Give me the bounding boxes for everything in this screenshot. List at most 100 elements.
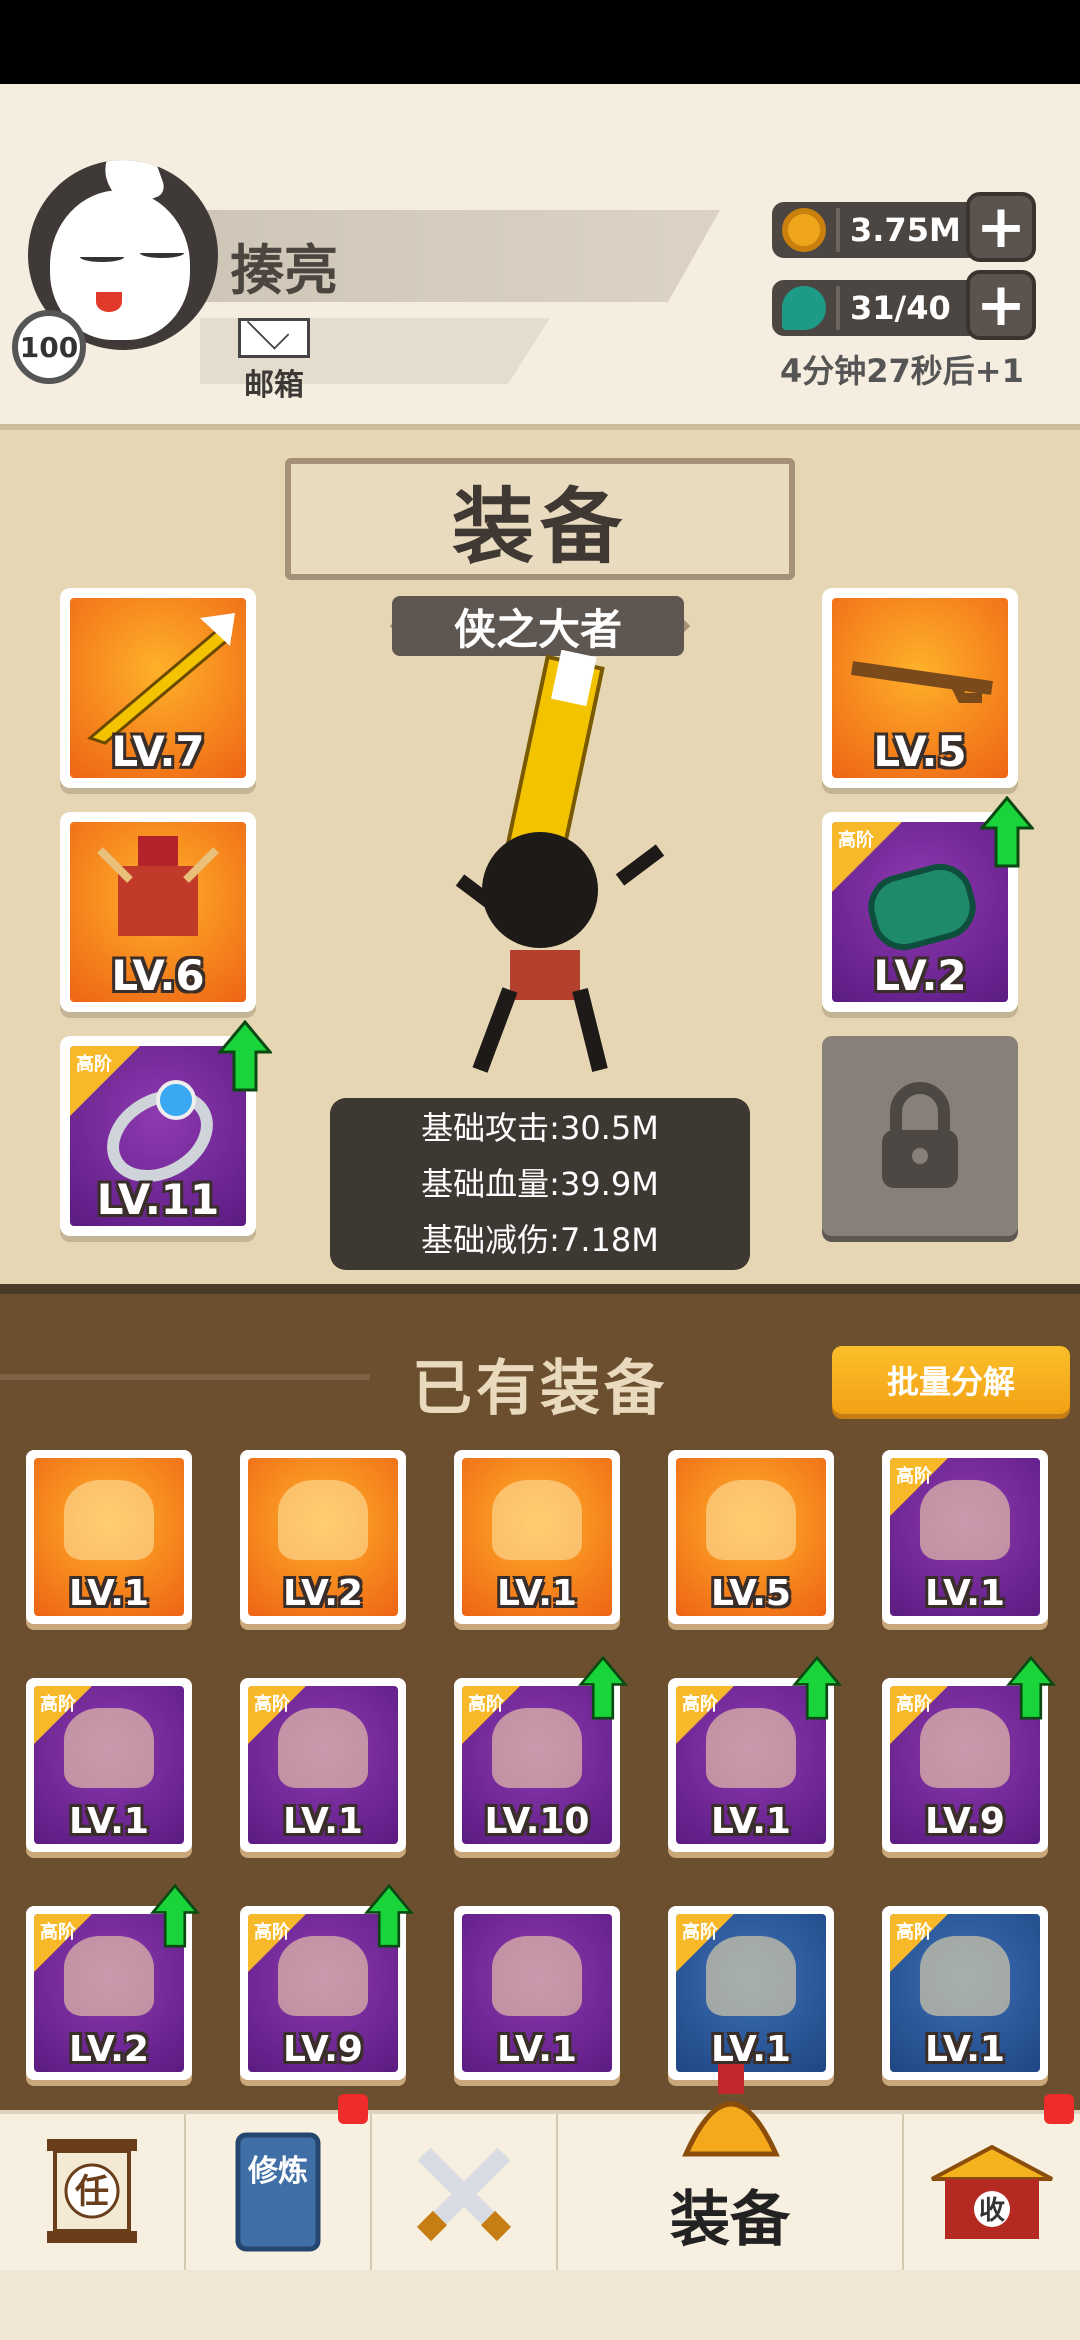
slot-level: LV.2 (873, 951, 967, 1000)
nav-cultivate[interactable]: 修炼 (186, 2094, 372, 2274)
owned-item-art: LV.1 (34, 1458, 184, 1616)
owned-item[interactable]: LV.1 (454, 1906, 620, 2080)
item-level: LV.9 (283, 2029, 363, 2070)
slot-level: LV.7 (111, 727, 205, 776)
energy-divider (836, 286, 840, 330)
upgrade-arrow-icon (1005, 1655, 1057, 1720)
item-level: LV.1 (925, 1573, 1005, 1614)
tier-label: 高阶 (682, 1694, 718, 1715)
gold-display: 3.75M (772, 202, 986, 258)
item-level: LV.1 (497, 2029, 577, 2070)
nav-shop-label: 收 (979, 2196, 1005, 2226)
item-level: LV.2 (69, 2029, 149, 2070)
upgrade-arrow-icon (149, 1883, 201, 1948)
item-level: LV.1 (69, 1573, 149, 1614)
plus-icon: + (975, 192, 1027, 262)
equipment-item-icon (492, 1480, 582, 1560)
owned-item-art: LV.1 (462, 1914, 612, 2072)
owned-item[interactable]: 高阶 LV.1 (882, 1450, 1048, 1624)
tier-label: 高阶 (682, 1922, 718, 1943)
equipment-item-icon (64, 1480, 154, 1560)
owned-item[interactable]: LV.5 (668, 1450, 834, 1624)
item-level: LV.1 (497, 1573, 577, 1614)
level-badge: 100 (12, 310, 86, 384)
energy-gem-icon (782, 286, 826, 330)
upgrade-arrow-icon (978, 795, 1036, 868)
energy-value: 31/40 (850, 289, 951, 327)
slot-level: LV.6 (111, 951, 205, 1000)
owned-item[interactable]: LV.2 (240, 1450, 406, 1624)
slot-level: LV.5 (873, 727, 967, 776)
scroll-icon: 任 (47, 2139, 137, 2243)
item-level: LV.1 (283, 1801, 363, 1842)
slot-level: LV.11 (96, 1175, 220, 1224)
owned-item-art: LV.1 (462, 1458, 612, 1616)
plus-icon: + (975, 270, 1027, 340)
character-illustration (455, 650, 665, 1073)
shop-building-icon: 收 (931, 2144, 1053, 2239)
equipment-title: 装备 (451, 479, 628, 575)
book-icon: 修炼 (235, 2132, 321, 2252)
status-bar (0, 0, 1080, 84)
character-title-ribbon: 侠之大者 (392, 596, 684, 656)
equipment-item-icon (706, 1480, 796, 1560)
bottom-nav: 任 修炼 装备 收 (0, 2064, 1080, 2274)
equip-slot-accessory-art: LV.5 (832, 598, 1008, 778)
upgrade-arrow-icon (791, 1655, 843, 1720)
tier-label: 高阶 (40, 1694, 76, 1715)
add-energy-button[interactable]: + (966, 270, 1036, 340)
item-level: LV.5 (711, 1573, 791, 1614)
upgrade-arrow-icon (363, 1883, 415, 1948)
nav-tasks[interactable]: 任 (0, 2114, 186, 2274)
helmet-icon (682, 2064, 780, 2157)
tier-label: 高阶 (40, 1922, 76, 1943)
tier-label: 高阶 (896, 1694, 932, 1715)
equip-slot-weapon[interactable]: LV.7 (60, 588, 256, 788)
equipment-item-icon (492, 1936, 582, 2016)
owned-item[interactable]: 高阶 LV.1 (668, 1906, 834, 2080)
equip-slot-weapon-art: LV.7 (70, 598, 246, 778)
equip-slot-locked[interactable] (822, 1036, 1018, 1236)
owned-item-art: 高阶 LV.1 (890, 1914, 1040, 2072)
avatar-eye-left (80, 252, 124, 262)
owned-item-art: 高阶 LV.1 (34, 1686, 184, 1844)
equip-slot-accessory[interactable]: LV.5 (822, 588, 1018, 788)
owned-item[interactable]: LV.1 (26, 1450, 192, 1624)
energy-display: 31/40 (772, 280, 986, 336)
nav-shop[interactable]: 收 (904, 2094, 1080, 2274)
envelope-icon (238, 318, 310, 358)
tier-label: 高阶 (254, 1694, 290, 1715)
tier-label: 高阶 (896, 1922, 932, 1943)
notification-dot (1044, 2094, 1074, 2124)
armor-icon (97, 836, 219, 936)
key-icon (851, 661, 993, 703)
gesture-bar-area (0, 2270, 1080, 2340)
add-gold-button[interactable]: + (966, 192, 1036, 262)
gold-value: 3.75M (850, 211, 961, 249)
mail-label: 邮箱 (244, 368, 304, 403)
tier-label: 高阶 (838, 830, 874, 851)
tier-label: 高阶 (468, 1694, 504, 1715)
equip-slot-armor[interactable]: LV.6 (60, 812, 256, 1012)
tier-label: 高阶 (76, 1054, 112, 1075)
nav-cultivate-label: 修炼 (247, 2154, 308, 2189)
character-title: 侠之大者 (453, 604, 622, 654)
mail-button[interactable]: 邮箱 (234, 318, 314, 404)
owned-item[interactable]: 高阶 LV.1 (240, 1678, 406, 1852)
nav-equipment-active[interactable]: 装备 (558, 2064, 904, 2274)
owned-item[interactable]: 高阶 LV.1 (26, 1678, 192, 1852)
crossed-swords-icon (416, 2147, 512, 2242)
nav-battle[interactable] (372, 2114, 558, 2274)
stat-attack: 基础攻击:30.5M (421, 1109, 659, 1147)
stat-health: 基础血量:39.9M (421, 1165, 659, 1203)
equipment-item-icon (278, 1480, 368, 1560)
lock-icon (882, 1082, 958, 1188)
tier-label: 高阶 (254, 1922, 290, 1943)
equipment-title-frame: 装备 (285, 458, 795, 580)
owned-item[interactable]: 高阶 LV.1 (882, 1906, 1048, 2080)
upgrade-arrow-icon (216, 1019, 274, 1092)
owned-item[interactable]: LV.1 (454, 1450, 620, 1624)
tier-label: 高阶 (896, 1466, 932, 1487)
item-level: LV.1 (69, 1801, 149, 1842)
batch-dismantle-button[interactable]: 批量分解 (832, 1346, 1070, 1414)
